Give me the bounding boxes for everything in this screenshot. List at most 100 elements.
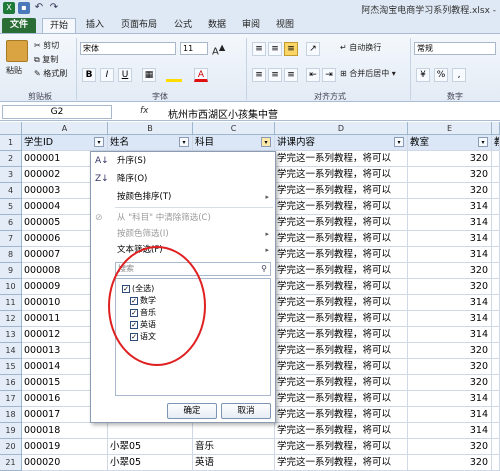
cell-content[interactable]: 学完这一系列教程，将可以: [275, 295, 408, 311]
row-header[interactable]: 7: [0, 231, 22, 247]
cell-teacher[interactable]: [492, 439, 500, 455]
cell-name[interactable]: [108, 423, 193, 439]
cell-room[interactable]: 320: [408, 375, 492, 391]
cell-content[interactable]: 学完这一系列教程，将可以: [275, 247, 408, 263]
sort-by-color-item[interactable]: 按颜色排序(T) ▸: [91, 188, 275, 206]
cell-content[interactable]: 学完这一系列教程，将可以: [275, 375, 408, 391]
cell-content[interactable]: 学完这一系列教程，将可以: [275, 263, 408, 279]
header-cell-subject[interactable]: 科目 ▾: [193, 135, 275, 151]
fx-icon[interactable]: fx: [140, 106, 149, 116]
cell-teacher[interactable]: [492, 359, 500, 375]
orientation-icon[interactable]: ↗: [306, 42, 320, 56]
cell-teacher[interactable]: [492, 295, 500, 311]
cell-content[interactable]: 学完这一系列教程，将可以: [275, 279, 408, 295]
cell-room[interactable]: 314: [408, 391, 492, 407]
cell-content[interactable]: 学完这一系列教程，将可以: [275, 183, 408, 199]
cell-room[interactable]: 320: [408, 343, 492, 359]
cell-teacher[interactable]: [492, 231, 500, 247]
row-header[interactable]: 4: [0, 183, 22, 199]
font-color-button[interactable]: A: [194, 68, 208, 82]
cell-room[interactable]: 314: [408, 407, 492, 423]
cell-teacher[interactable]: [492, 423, 500, 439]
decrease-indent-icon[interactable]: ⇤: [306, 68, 320, 82]
align-center-icon[interactable]: ≡: [268, 68, 282, 82]
row-header[interactable]: 3: [0, 167, 22, 183]
cell-content[interactable]: 学完这一系列教程，将可以: [275, 343, 408, 359]
cell-room[interactable]: 314: [408, 311, 492, 327]
align-left-icon[interactable]: ≡: [252, 68, 266, 82]
cell-content[interactable]: 学完这一系列教程，将可以: [275, 359, 408, 375]
cell-room[interactable]: 320: [408, 263, 492, 279]
currency-icon[interactable]: ¥: [416, 68, 430, 82]
cell-teacher[interactable]: [492, 455, 500, 471]
column-header-d[interactable]: D: [275, 122, 408, 135]
cancel-button[interactable]: 取消: [221, 403, 271, 419]
tab-insert[interactable]: 插入: [80, 18, 110, 33]
row-header[interactable]: 2: [0, 151, 22, 167]
row-header[interactable]: 20: [0, 439, 22, 455]
row-header[interactable]: 19: [0, 423, 22, 439]
align-middle-icon[interactable]: ≡: [268, 42, 282, 56]
tab-review[interactable]: 审阅: [236, 18, 266, 33]
cell-teacher[interactable]: [492, 279, 500, 295]
merge-center-button[interactable]: ⊞ 合并后居中 ▾: [340, 68, 396, 79]
header-cell-name[interactable]: 姓名 ▾: [108, 135, 193, 151]
cell-teacher[interactable]: [492, 247, 500, 263]
cell-room[interactable]: 320: [408, 455, 492, 471]
filter-button-b[interactable]: ▾: [179, 137, 189, 147]
increase-indent-icon[interactable]: ⇥: [322, 68, 336, 82]
sort-ascending-item[interactable]: A↓ 升序(S): [91, 152, 275, 170]
ok-button[interactable]: 确定: [167, 403, 217, 419]
cell-content[interactable]: 学完这一系列教程，将可以: [275, 455, 408, 471]
font-size-combo[interactable]: 11: [180, 42, 208, 55]
header-cell-content[interactable]: 讲课内容 ▾: [275, 135, 408, 151]
cell-id[interactable]: 000018: [22, 423, 108, 439]
cell-content[interactable]: 学完这一系列教程，将可以: [275, 439, 408, 455]
grow-font-icon[interactable]: A▲: [212, 42, 225, 57]
column-header-f[interactable]: [492, 122, 500, 135]
cell-teacher[interactable]: [492, 327, 500, 343]
cell-content[interactable]: 学完这一系列教程，将可以: [275, 199, 408, 215]
cell-id[interactable]: 000019: [22, 439, 108, 455]
cell-room[interactable]: 320: [408, 359, 492, 375]
italic-button[interactable]: I: [100, 68, 114, 82]
number-format-combo[interactable]: 常规: [414, 42, 496, 55]
cell-room[interactable]: 314: [408, 231, 492, 247]
sort-descending-item[interactable]: Z↓ 降序(O): [91, 170, 275, 188]
row-header[interactable]: 13: [0, 327, 22, 343]
wrap-text-button[interactable]: ↵ 自动换行: [340, 42, 381, 53]
redo-icon[interactable]: ↷: [48, 2, 60, 14]
row-header[interactable]: 16: [0, 375, 22, 391]
formula-content[interactable]: 杭州市西湖区小孩集中营: [168, 106, 278, 121]
row-header[interactable]: 18: [0, 407, 22, 423]
row-header[interactable]: 17: [0, 391, 22, 407]
cell-content[interactable]: 学完这一系列教程，将可以: [275, 215, 408, 231]
cell-subject[interactable]: 英语: [193, 455, 275, 471]
align-right-icon[interactable]: ≡: [284, 68, 298, 82]
cell-teacher[interactable]: [492, 311, 500, 327]
cell-room[interactable]: 320: [408, 167, 492, 183]
column-header-a[interactable]: A: [22, 122, 108, 135]
cell-teacher[interactable]: [492, 167, 500, 183]
cell-teacher[interactable]: [492, 199, 500, 215]
tab-view[interactable]: 视图: [270, 18, 300, 33]
row-header[interactable]: 9: [0, 263, 22, 279]
tab-data[interactable]: 数据: [202, 18, 232, 33]
cell-teacher[interactable]: [492, 151, 500, 167]
column-header-e[interactable]: E: [408, 122, 492, 135]
filter-button-d[interactable]: ▾: [394, 137, 404, 147]
column-header-b[interactable]: B: [108, 122, 193, 135]
cell-teacher[interactable]: [492, 391, 500, 407]
row-header[interactable]: 12: [0, 311, 22, 327]
header-cell-teacher[interactable]: 教: [492, 135, 500, 151]
bold-button[interactable]: B: [82, 68, 96, 82]
cell-teacher[interactable]: [492, 375, 500, 391]
align-top-icon[interactable]: ≡: [252, 42, 266, 56]
cell-content[interactable]: 学完这一系列教程，将可以: [275, 391, 408, 407]
row-header[interactable]: 1: [0, 135, 22, 151]
underline-button[interactable]: U: [118, 68, 132, 82]
save-icon[interactable]: ▪: [18, 2, 30, 14]
row-header[interactable]: 5: [0, 199, 22, 215]
filter-button-a[interactable]: ▾: [94, 137, 104, 147]
paste-button[interactable]: 粘贴: [6, 65, 22, 76]
